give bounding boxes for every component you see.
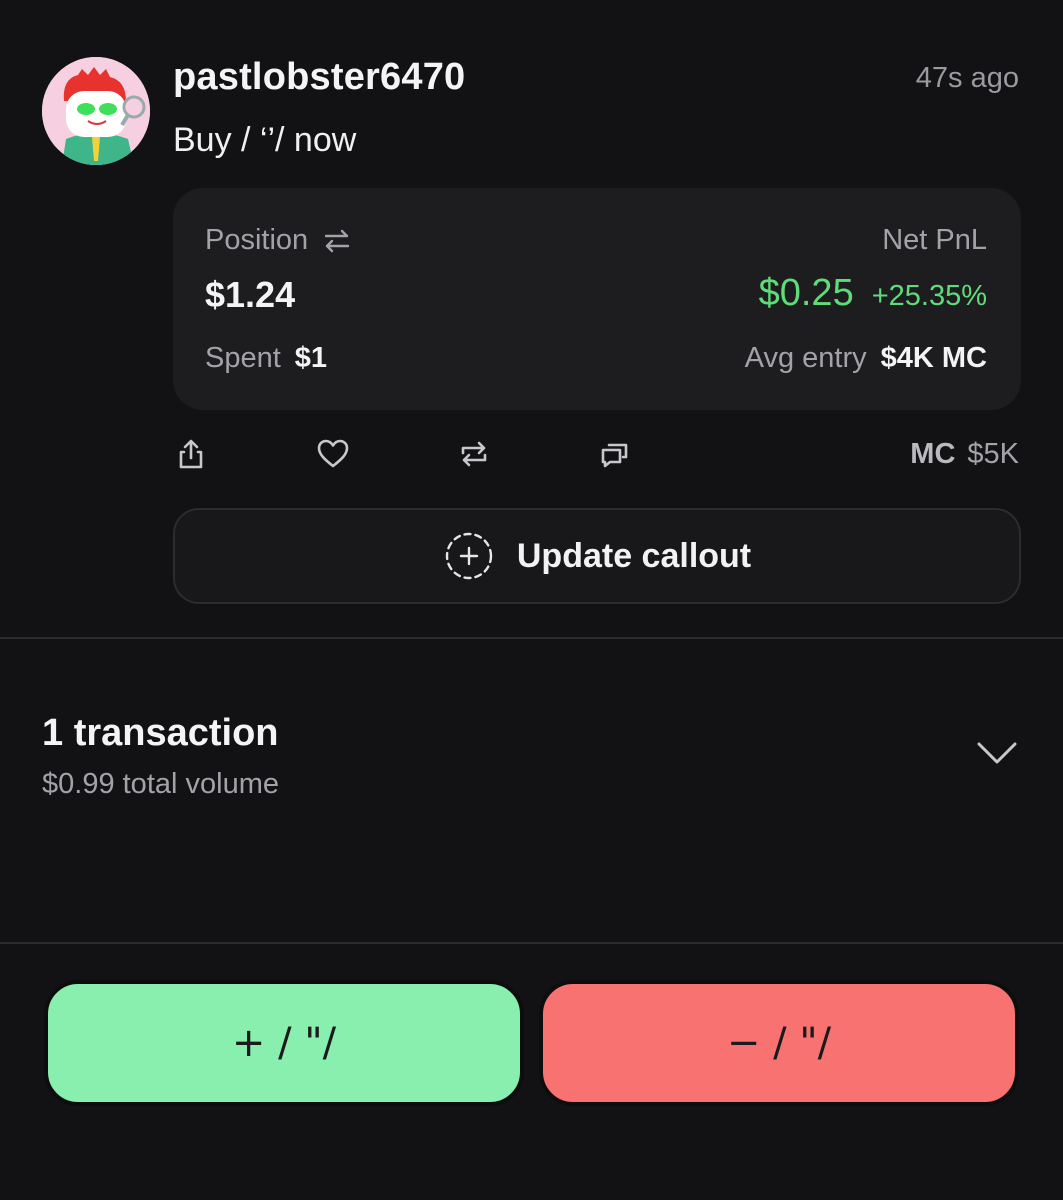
divider bbox=[0, 942, 1063, 944]
position-value: $1.24 bbox=[205, 274, 296, 315]
chevron-down-icon[interactable] bbox=[975, 736, 1019, 768]
share-icon bbox=[179, 439, 203, 469]
transactions-volume: $0.99 total volume bbox=[42, 768, 279, 800]
market-cap: MC $5K bbox=[910, 438, 1019, 471]
net-pnl-label: Net PnL bbox=[882, 224, 987, 256]
timestamp: 47s ago bbox=[915, 62, 1019, 94]
callout-action-text: Buy / ‘’/ now bbox=[173, 121, 357, 159]
net-pnl-row: $0.25 +25.35% bbox=[759, 272, 987, 315]
mc-label: MC bbox=[910, 438, 956, 470]
callout-post: pastlobster6470 47s ago Buy / ‘’/ now Po… bbox=[0, 0, 1063, 638]
position-label-group[interactable]: Position bbox=[205, 224, 352, 257]
mc-value: $5K bbox=[967, 438, 1019, 470]
sell-button[interactable]: − / "/ bbox=[539, 980, 1019, 1106]
avatar[interactable] bbox=[42, 57, 150, 165]
position-card: Position Net PnL $1.24 $0.25 +25.35% Spe… bbox=[173, 188, 1021, 410]
net-pnl-percent: +25.35% bbox=[871, 280, 987, 312]
net-pnl-value: $0.25 bbox=[758, 272, 854, 314]
repost-button[interactable] bbox=[454, 432, 494, 476]
spent-value: $1 bbox=[294, 342, 328, 374]
repost-icon bbox=[461, 441, 487, 467]
update-callout-label: Update callout bbox=[516, 536, 752, 575]
heart-icon bbox=[317, 439, 349, 468]
spent-label: Spent bbox=[205, 342, 281, 374]
comment-button[interactable] bbox=[595, 432, 635, 476]
buy-button[interactable]: + / "/ bbox=[44, 980, 524, 1106]
share-button[interactable] bbox=[171, 432, 211, 476]
avg-entry-row: Avg entry $4K MC bbox=[745, 342, 987, 375]
like-button[interactable] bbox=[313, 432, 353, 476]
transactions-title: 1 transaction bbox=[42, 712, 279, 754]
avg-entry-label: Avg entry bbox=[744, 342, 867, 374]
lobster-avatar-icon bbox=[42, 57, 150, 165]
spent-row: Spent $1 bbox=[205, 342, 327, 375]
divider bbox=[0, 637, 1063, 639]
comment-icon bbox=[601, 443, 628, 468]
dashed-plus-icon bbox=[445, 532, 493, 580]
username[interactable]: pastlobster6470 bbox=[173, 56, 465, 99]
swap-arrows-icon[interactable] bbox=[322, 226, 352, 256]
avg-entry-value: $4K MC bbox=[880, 342, 987, 374]
update-callout-button[interactable]: Update callout bbox=[173, 508, 1021, 604]
transactions-section[interactable]: 1 transaction $0.99 total volume bbox=[0, 640, 1063, 942]
post-actions-row: MC $5K bbox=[0, 432, 1063, 480]
position-label: Position bbox=[205, 224, 309, 256]
